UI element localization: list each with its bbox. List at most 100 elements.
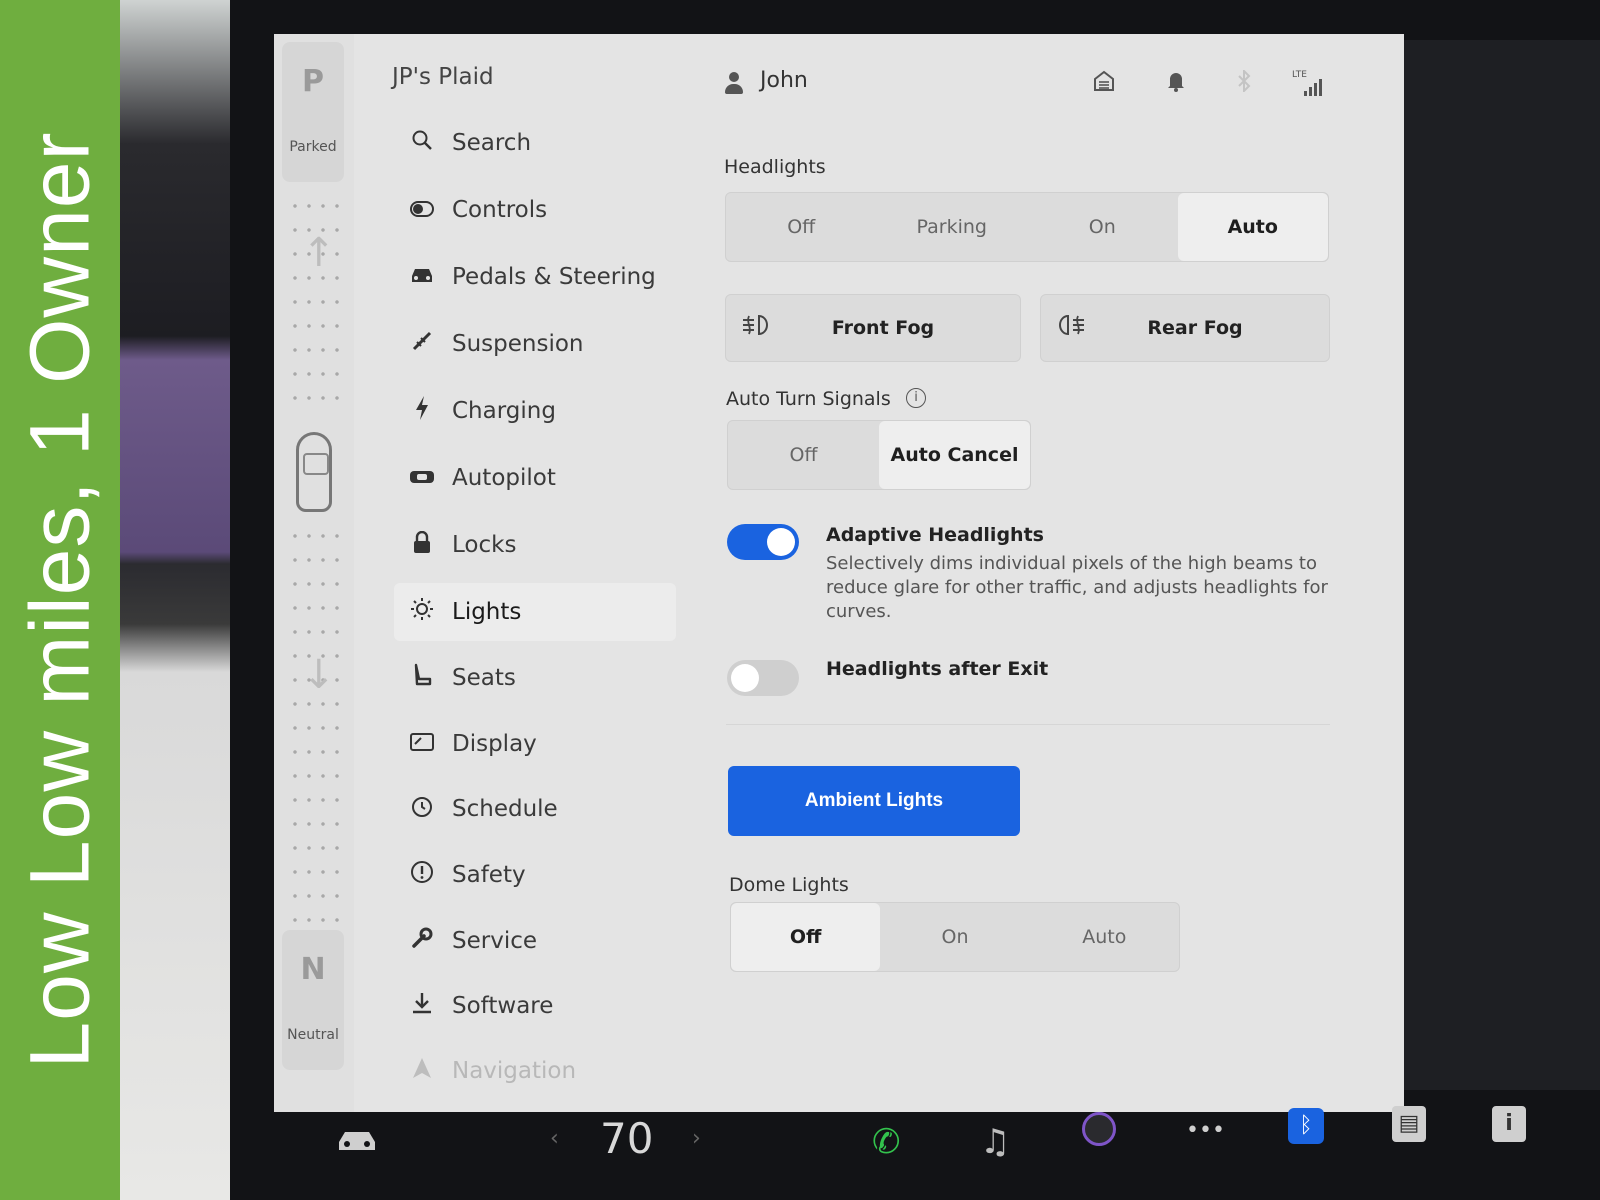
ambient-lights-button[interactable]: Ambient Lights [728,766,1020,836]
sidebar-item-label: Schedule [452,796,558,822]
temp-down-chevron[interactable]: ‹ [550,1126,559,1151]
dome-lights-selector[interactable]: Off On Auto [730,902,1180,972]
front-fog-icon [726,313,786,343]
temp-up-chevron[interactable]: › [692,1126,701,1151]
sidebar-item-label: Display [452,731,537,757]
display-icon [404,732,440,757]
user-profile-name[interactable]: John [760,68,808,93]
rear-fog-icon [1041,313,1101,343]
sidebar-item-service[interactable]: Service [394,912,676,970]
arrow-down-icon: ↓ [302,652,336,698]
adaptive-headlights-toggle[interactable] [727,524,799,560]
settings-sidebar: JP's Plaid Search Controls Pedals & Stee… [384,34,684,1112]
user-icon[interactable] [724,72,744,94]
sidebar-item-label: Safety [452,862,526,888]
car-icon [404,265,440,290]
cabin-temperature[interactable]: 70 [600,1114,653,1163]
toggle-icon [404,198,440,223]
signal-strength-icon [1304,78,1322,96]
gear-park-label: Parked [289,139,337,155]
sidebar-item-navigation[interactable]: Navigation [394,1042,676,1100]
sidebar-item-autopilot[interactable]: Autopilot [394,449,676,507]
toggle-knob [767,528,795,556]
sidebar-item-pedals-steering[interactable]: Pedals & Steering [394,248,676,306]
sidebar-item-label: Seats [452,665,516,691]
sidebar-item-label: Service [452,928,538,954]
sidebar-item-display[interactable]: Display [394,715,676,773]
front-fog-label: Front Fog [831,317,935,339]
wrench-icon [404,927,440,955]
gear-park-letter: P [302,64,324,99]
bell-icon[interactable] [1167,70,1185,98]
turn-signals-selector[interactable]: Off Auto Cancel [727,420,1031,490]
sidebar-item-label: Search [452,130,532,156]
adaptive-headlights-description: Selectively dims individual pixels of th… [826,553,1328,622]
bluetooth-icon[interactable] [1237,68,1251,98]
car-top-view-icon [296,432,332,512]
headlights-selector[interactable]: Off Parking On Auto [725,192,1329,262]
sidebar-item-search[interactable]: Search [394,114,676,172]
gear-neutral-letter: N [300,952,326,987]
headlights-option-auto[interactable]: Auto [1177,193,1328,261]
garage-icon[interactable] [1094,70,1114,98]
gear-selector[interactable]: P Parked ↑ ↓ N Neutral [274,34,354,1112]
bottom-taskbar: ‹ 70 › ✆ ♫ ••• ᛒ ▤ i [230,1100,1600,1200]
headlights-option-parking[interactable]: Parking [877,193,1028,261]
arrow-up-icon: ↑ [302,230,336,276]
navigation-icon [404,1057,440,1085]
headlights-after-exit-title: Headlights after Exit [826,658,1049,680]
dome-option-on[interactable]: On [880,903,1029,971]
dome-option-auto[interactable]: Auto [1030,903,1179,971]
rear-fog-label: Rear Fog [1147,317,1243,339]
sidebar-item-label: Navigation [452,1058,577,1084]
toggle-knob [731,664,759,692]
dome-lights-title: Dome Lights [729,874,849,896]
gear-park[interactable]: P Parked [282,42,344,182]
bluetooth-app-icon[interactable]: ᛒ [1288,1108,1324,1144]
front-fog-button[interactable]: Front Fog [725,294,1021,362]
dome-option-off[interactable]: Off [731,903,881,971]
seat-icon [404,663,440,693]
promo-banner-text: Low Low miles, 1 Owner [12,131,107,1069]
car-icon[interactable] [336,1122,378,1162]
rear-fog-button[interactable]: Rear Fog [1040,294,1330,362]
phone-icon[interactable]: ✆ [872,1122,901,1162]
bolt-icon [404,396,440,426]
sidebar-item-software[interactable]: Software [394,977,676,1035]
sidebar-item-label: Controls [452,197,548,223]
sidebar-item-label: Locks [452,532,517,558]
sidebar-item-lights[interactable]: Lights [394,583,676,641]
turn-signals-option-auto-cancel[interactable]: Auto Cancel [879,421,1030,489]
headlights-option-on[interactable]: On [1027,193,1178,261]
sidebar-item-schedule[interactable]: Schedule [394,780,676,838]
camera-icon[interactable] [1082,1112,1116,1146]
sidebar-item-seats[interactable]: Seats [394,649,676,707]
promo-banner: Low Low miles, 1 Owner [0,0,120,1200]
sidebar-item-label: Charging [452,398,556,424]
more-apps-icon[interactable]: ••• [1186,1118,1225,1143]
sidebar-item-suspension[interactable]: Suspension [394,315,676,373]
sidebar-item-controls[interactable]: Controls [394,181,676,239]
headlights-after-exit-toggle[interactable] [727,660,799,696]
search-icon [404,129,440,157]
steering-icon [404,466,440,491]
sidebar-item-locks[interactable]: Locks [394,516,676,574]
turn-signals-option-off[interactable]: Off [728,421,879,489]
headlights-option-off[interactable]: Off [726,193,877,261]
sidebar-item-safety[interactable]: Safety [394,846,676,904]
settings-screen: P Parked ↑ ↓ N Neutral JP's Plaid Search… [274,34,1404,1112]
sidebar-item-charging[interactable]: Charging [394,382,676,440]
alert-icon [404,860,440,890]
turn-signals-title: Auto Turn Signals [726,388,891,410]
gear-neutral[interactable]: N Neutral [282,930,344,1070]
info-app-icon[interactable]: i [1492,1106,1526,1142]
map-panel [1395,40,1600,1090]
info-icon[interactable]: i [906,388,926,408]
sidebar-item-label: Autopilot [452,465,556,491]
adaptive-headlights-title: Adaptive Headlights [826,524,1044,546]
clock-icon [404,794,440,824]
app-icon[interactable]: ▤ [1392,1106,1426,1142]
download-icon [404,991,440,1021]
sidebar-item-label: Software [452,993,554,1019]
music-icon[interactable]: ♫ [980,1122,1010,1162]
